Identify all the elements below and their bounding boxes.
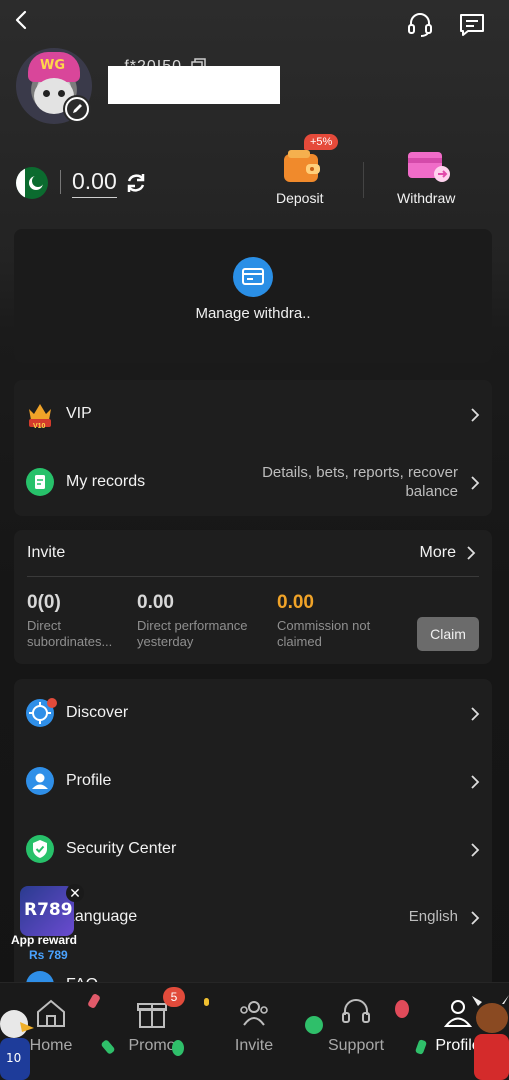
- menu-item-discover[interactable]: Discover: [14, 683, 492, 743]
- manage-withdraw-label[interactable]: Manage withdra..: [184, 306, 322, 322]
- stat-label: Direct subordinates...: [27, 618, 112, 650]
- deposit-label[interactable]: Deposit: [276, 190, 323, 206]
- refresh-icon[interactable]: [124, 171, 148, 195]
- app-reward-amount: Rs 789: [29, 948, 68, 962]
- stat-direct-performance: 0.00 Direct performance yesterday: [137, 592, 248, 650]
- invite-users-icon: [240, 1001, 268, 1026]
- my-records-label: My records: [66, 473, 146, 490]
- message-icon[interactable]: [458, 12, 486, 38]
- chevron-right-icon: [471, 911, 480, 925]
- confetti: [305, 1016, 323, 1034]
- chevron-right-icon: [471, 843, 480, 857]
- my-records-row[interactable]: My records Details, bets, reports, recov…: [14, 452, 492, 512]
- invite-card: Invite More 0(0) Direct subordinates... …: [14, 530, 492, 664]
- divider: [60, 170, 61, 194]
- menu-item-label: Discover: [66, 704, 129, 721]
- profile-page: WG ...f*20I50 0.00: [0, 0, 509, 1080]
- chevron-right-icon: [471, 775, 480, 789]
- notification-dot: [47, 698, 57, 708]
- nav-support[interactable]: Support: [311, 995, 401, 1055]
- nav-label: Invite: [234, 1037, 274, 1054]
- menu-item-label: Security Center: [66, 840, 177, 857]
- stat-label-line: yesterday: [137, 634, 194, 649]
- chevron-right-icon: [471, 476, 480, 490]
- back-chevron-icon[interactable]: [10, 8, 34, 32]
- stat-label-line: Direct performance: [137, 618, 248, 633]
- nav-invite[interactable]: Invite: [209, 995, 299, 1055]
- card-icon: [242, 268, 264, 285]
- withdraw-card-icon[interactable]: [406, 150, 450, 184]
- app-reward-title[interactable]: App reward: [11, 933, 77, 947]
- menu-item-profile[interactable]: Profile: [14, 751, 492, 811]
- records-hint: Details, bets, reports, recover balance: [262, 463, 458, 501]
- stat-value: 0.00: [277, 592, 314, 613]
- confetti: [395, 1000, 409, 1018]
- stat-value: 0(0): [27, 592, 61, 613]
- stat-label-line: Direct: [27, 618, 61, 633]
- close-icon[interactable]: ✕: [66, 884, 84, 902]
- bull-mascot-icon: [472, 995, 509, 1080]
- menu-item-security-center[interactable]: Security Center: [14, 819, 492, 879]
- user-icon: [26, 767, 54, 795]
- stat-label-line: claimed: [277, 634, 322, 649]
- settings-menu-card: Discover Profile Security Center Languag…: [14, 679, 492, 999]
- deposit-bonus-badge: +5%: [304, 134, 339, 150]
- invite-more-link[interactable]: More: [420, 544, 456, 562]
- stat-label: Commission not claimed: [277, 618, 370, 650]
- chevron-right-icon: [471, 707, 480, 721]
- edit-avatar-button[interactable]: [63, 95, 91, 123]
- top-bar: [0, 0, 509, 48]
- avatar-eye: [43, 90, 50, 97]
- redacted-user-id: [108, 66, 280, 104]
- vip-records-card: V10 VIP My records Details, bets, report…: [14, 380, 492, 516]
- records-icon: [26, 468, 54, 496]
- bottom-nav: Home Promo Invite Support Profile: [0, 982, 509, 1080]
- confetti: [204, 998, 209, 1006]
- avatar-hat-text: WG: [40, 58, 66, 73]
- language-value: English: [408, 908, 458, 925]
- pencil-icon: [67, 99, 87, 119]
- menu-item-label: Profile: [66, 772, 112, 789]
- invite-title: Invite: [27, 544, 66, 561]
- balance-amount: 0.00: [72, 168, 117, 198]
- chevron-right-icon: [471, 408, 480, 422]
- vip-level-badge: V10: [33, 423, 46, 430]
- stat-value: 0.00: [137, 592, 174, 613]
- nav-label: Support: [327, 1037, 385, 1054]
- divider: [27, 576, 479, 577]
- promo-count-badge: 5: [163, 987, 185, 1007]
- svg-text:10: 10: [6, 1051, 21, 1065]
- shield-check-icon: [26, 835, 54, 863]
- stat-label-line: subordinates...: [27, 634, 113, 649]
- chevron-right-icon[interactable]: [466, 545, 476, 561]
- headset-icon[interactable]: [406, 10, 434, 38]
- stat-direct-subordinates: 0(0) Direct subordinates...: [27, 592, 112, 650]
- crescent-icon: [29, 175, 44, 190]
- menu-item-language[interactable]: Language English: [14, 887, 492, 947]
- manage-withdraw-button[interactable]: [233, 257, 273, 297]
- confetti: [172, 1040, 184, 1056]
- withdraw-label[interactable]: Withdraw: [397, 190, 455, 206]
- records-hint-line: Details, bets, reports, recover: [262, 464, 458, 481]
- eagle-mascot-icon: 10: [0, 1010, 34, 1080]
- stat-commission: 0.00 Commission not claimed: [277, 592, 370, 650]
- headset-icon: [342, 999, 370, 1023]
- home-icon: [37, 999, 65, 1027]
- stat-label-line: Commission not: [277, 618, 371, 633]
- divider: [363, 162, 364, 198]
- vip-row[interactable]: V10 VIP: [14, 384, 492, 444]
- claim-button[interactable]: Claim: [417, 617, 479, 651]
- manage-withdraw-card: Manage withdra..: [14, 229, 492, 363]
- pakistan-flag-icon: [16, 167, 48, 199]
- vip-label: VIP: [66, 405, 92, 422]
- app-reward-logo: R789: [24, 900, 73, 920]
- stat-label: Direct performance yesterday: [137, 618, 248, 650]
- records-hint-line: balance: [405, 483, 458, 500]
- avatar-eye: [58, 90, 65, 97]
- wallet-icon: [284, 150, 320, 182]
